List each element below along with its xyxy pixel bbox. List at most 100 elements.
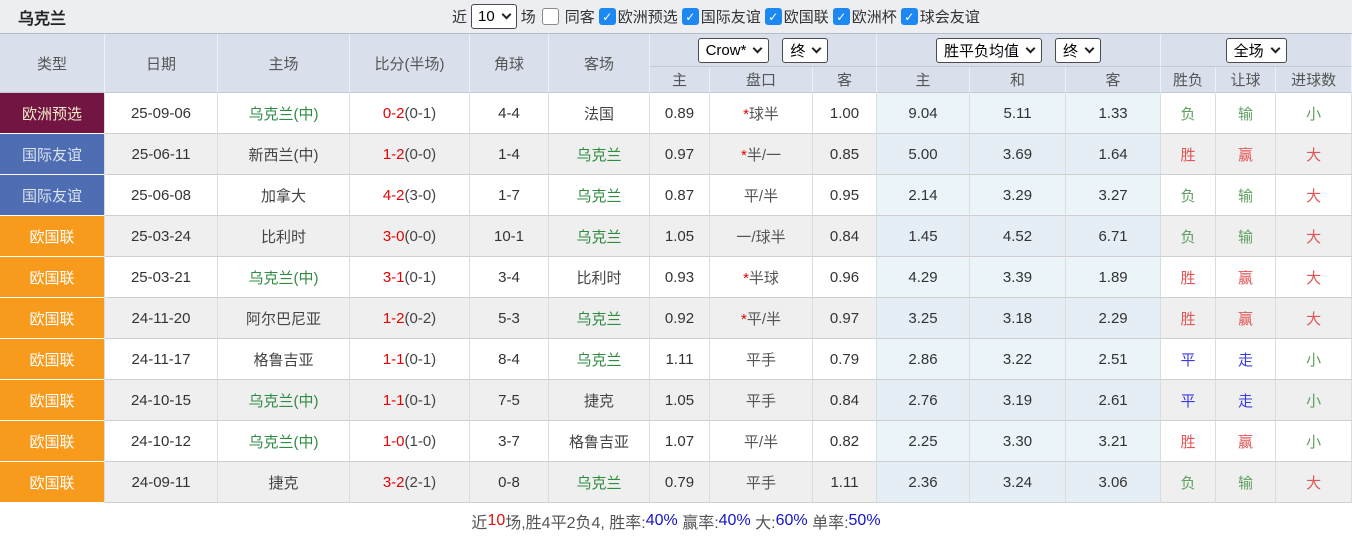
checkbox-label[interactable]: 欧洲预选 bbox=[618, 6, 678, 27]
top-bar: 乌克兰 近 10 场 同客✓欧洲预选✓国际友谊✓欧国联✓欧洲杯✓球会友谊 bbox=[0, 0, 1352, 33]
europe-final-select-value: 终 bbox=[1063, 40, 1078, 61]
result-wdl: 胜 bbox=[1161, 257, 1216, 298]
asian-home-odds: 1.05 bbox=[650, 216, 710, 257]
asian-final-select-value: 终 bbox=[790, 40, 805, 61]
result-wdl: 胜 bbox=[1161, 134, 1216, 175]
checkbox-label[interactable]: 球会友谊 bbox=[920, 6, 980, 27]
sub-header-2: 客 bbox=[813, 67, 877, 93]
asian-home-odds: 0.97 bbox=[650, 134, 710, 175]
match-date: 24-11-20 bbox=[105, 298, 218, 339]
match-date: 25-06-08 bbox=[105, 175, 218, 216]
table-row: 欧国联24-10-15乌克兰(中)1-1(0-1)7-5捷克1.05平手0.84… bbox=[0, 380, 1352, 421]
europe-average-select[interactable]: 胜平负均值 bbox=[936, 38, 1042, 63]
sub-header-5: 客 bbox=[1066, 67, 1161, 93]
score-cell: 3-0(0-0) bbox=[350, 216, 470, 257]
euro-home-odds: 3.25 bbox=[877, 298, 970, 339]
result-handicap: 赢 bbox=[1216, 134, 1276, 175]
column-header-3: 比分(半场) bbox=[350, 34, 470, 93]
checked-checkbox[interactable]: ✓ bbox=[833, 8, 850, 25]
away-team: 乌克兰 bbox=[549, 298, 650, 339]
result-wdl: 平 bbox=[1161, 380, 1216, 421]
competition-filters: 同客✓欧洲预选✓国际友谊✓欧国联✓欧洲杯✓球会友谊 bbox=[540, 6, 982, 27]
euro-home-odds: 2.86 bbox=[877, 339, 970, 380]
sub-header-7: 让球 bbox=[1216, 67, 1276, 93]
asian-home-odds: 1.07 bbox=[650, 421, 710, 462]
unchecked-checkbox[interactable] bbox=[542, 8, 559, 25]
summary-segment: 大: bbox=[751, 509, 776, 533]
result-wdl: 负 bbox=[1161, 93, 1216, 134]
asian-away-odds: 0.96 bbox=[813, 257, 877, 298]
checkbox-label[interactable]: 国际友谊 bbox=[701, 6, 761, 27]
sub-header-3: 主 bbox=[877, 67, 970, 93]
asian-final-select[interactable]: 终 bbox=[782, 38, 828, 63]
bookmaker-select[interactable]: Crow* bbox=[698, 38, 770, 63]
checkbox-label[interactable]: 欧国联 bbox=[784, 6, 829, 27]
asian-handicap: *半球 bbox=[710, 257, 813, 298]
checkbox-label[interactable]: 欧洲杯 bbox=[852, 6, 897, 27]
euro-home-odds: 2.76 bbox=[877, 380, 970, 421]
asian-away-odds: 0.84 bbox=[813, 380, 877, 421]
asian-handicap: *球半 bbox=[710, 93, 813, 134]
checked-checkbox[interactable]: ✓ bbox=[599, 8, 616, 25]
home-team: 格鲁吉亚 bbox=[218, 339, 350, 380]
euro-away-odds: 3.06 bbox=[1066, 462, 1161, 503]
scope-select[interactable]: 全场 bbox=[1226, 38, 1287, 63]
away-team: 比利时 bbox=[549, 257, 650, 298]
asian-away-odds: 0.82 bbox=[813, 421, 877, 462]
games-label: 场 bbox=[521, 6, 536, 27]
sub-header-6: 胜负 bbox=[1161, 67, 1216, 93]
euro-away-odds: 2.29 bbox=[1066, 298, 1161, 339]
euro-away-odds: 3.21 bbox=[1066, 421, 1161, 462]
away-team: 乌克兰 bbox=[549, 339, 650, 380]
euro-draw-odds: 3.18 bbox=[970, 298, 1066, 339]
recent-count-select[interactable]: 10 bbox=[471, 4, 517, 29]
result-goals: 大 bbox=[1276, 298, 1352, 339]
corners-cell: 3-4 bbox=[470, 257, 549, 298]
table-row: 欧国联25-03-24比利时3-0(0-0)10-1乌克兰1.05一/球半0.8… bbox=[0, 216, 1352, 257]
euro-draw-odds: 3.39 bbox=[970, 257, 1066, 298]
column-header-2: 主场 bbox=[218, 34, 350, 93]
match-type-cell: 欧洲预选 bbox=[0, 93, 105, 134]
away-team: 乌克兰 bbox=[549, 216, 650, 257]
summary-segment: 60% bbox=[776, 512, 808, 530]
score-cell: 1-2(0-2) bbox=[350, 298, 470, 339]
summary-segment: 10 bbox=[487, 512, 505, 530]
asian-home-odds: 0.89 bbox=[650, 93, 710, 134]
result-wdl: 胜 bbox=[1161, 298, 1216, 339]
match-date: 25-03-24 bbox=[105, 216, 218, 257]
checked-checkbox[interactable]: ✓ bbox=[765, 8, 782, 25]
euro-away-odds: 2.51 bbox=[1066, 339, 1161, 380]
home-team: 乌克兰(中) bbox=[218, 93, 350, 134]
table-row: 欧国联24-09-11捷克3-2(2-1)0-8乌克兰0.79平手1.112.3… bbox=[0, 462, 1352, 503]
score-cell: 3-2(2-1) bbox=[350, 462, 470, 503]
result-wdl: 负 bbox=[1161, 462, 1216, 503]
score-cell: 0-2(0-1) bbox=[350, 93, 470, 134]
asian-handicap: 平/半 bbox=[710, 421, 813, 462]
checked-checkbox[interactable]: ✓ bbox=[682, 8, 699, 25]
euro-home-odds: 5.00 bbox=[877, 134, 970, 175]
asian-handicap: 平手 bbox=[710, 339, 813, 380]
checkbox-label[interactable]: 同客 bbox=[565, 6, 595, 27]
scope-select-value: 全场 bbox=[1234, 40, 1264, 61]
score-cell: 4-2(3-0) bbox=[350, 175, 470, 216]
asian-away-odds: 0.84 bbox=[813, 216, 877, 257]
result-wdl: 负 bbox=[1161, 216, 1216, 257]
column-header-1: 日期 bbox=[105, 34, 218, 93]
header-group-0: Crow* 终 bbox=[650, 34, 877, 67]
corners-cell: 1-7 bbox=[470, 175, 549, 216]
euro-draw-odds: 3.30 bbox=[970, 421, 1066, 462]
filter-controls: 近 10 场 同客✓欧洲预选✓国际友谊✓欧国联✓欧洲杯✓球会友谊 bbox=[448, 0, 982, 33]
match-type-cell: 欧国联 bbox=[0, 339, 105, 380]
table-row: 国际友谊25-06-08加拿大4-2(3-0)1-7乌克兰0.87平/半0.95… bbox=[0, 175, 1352, 216]
checked-checkbox[interactable]: ✓ bbox=[901, 8, 918, 25]
match-type-cell: 欧国联 bbox=[0, 216, 105, 257]
match-type-cell: 欧国联 bbox=[0, 462, 105, 503]
column-header-5: 客场 bbox=[549, 34, 650, 93]
euro-draw-odds: 4.52 bbox=[970, 216, 1066, 257]
asian-handicap: 平/半 bbox=[710, 175, 813, 216]
corners-cell: 10-1 bbox=[470, 216, 549, 257]
europe-final-select[interactable]: 终 bbox=[1055, 38, 1101, 63]
euro-draw-odds: 3.24 bbox=[970, 462, 1066, 503]
matches-table: 类型日期主场比分(半场)角球客场Crow*终胜平负均值终全场主盘口客主和客胜负让… bbox=[0, 34, 1352, 503]
home-team: 加拿大 bbox=[218, 175, 350, 216]
